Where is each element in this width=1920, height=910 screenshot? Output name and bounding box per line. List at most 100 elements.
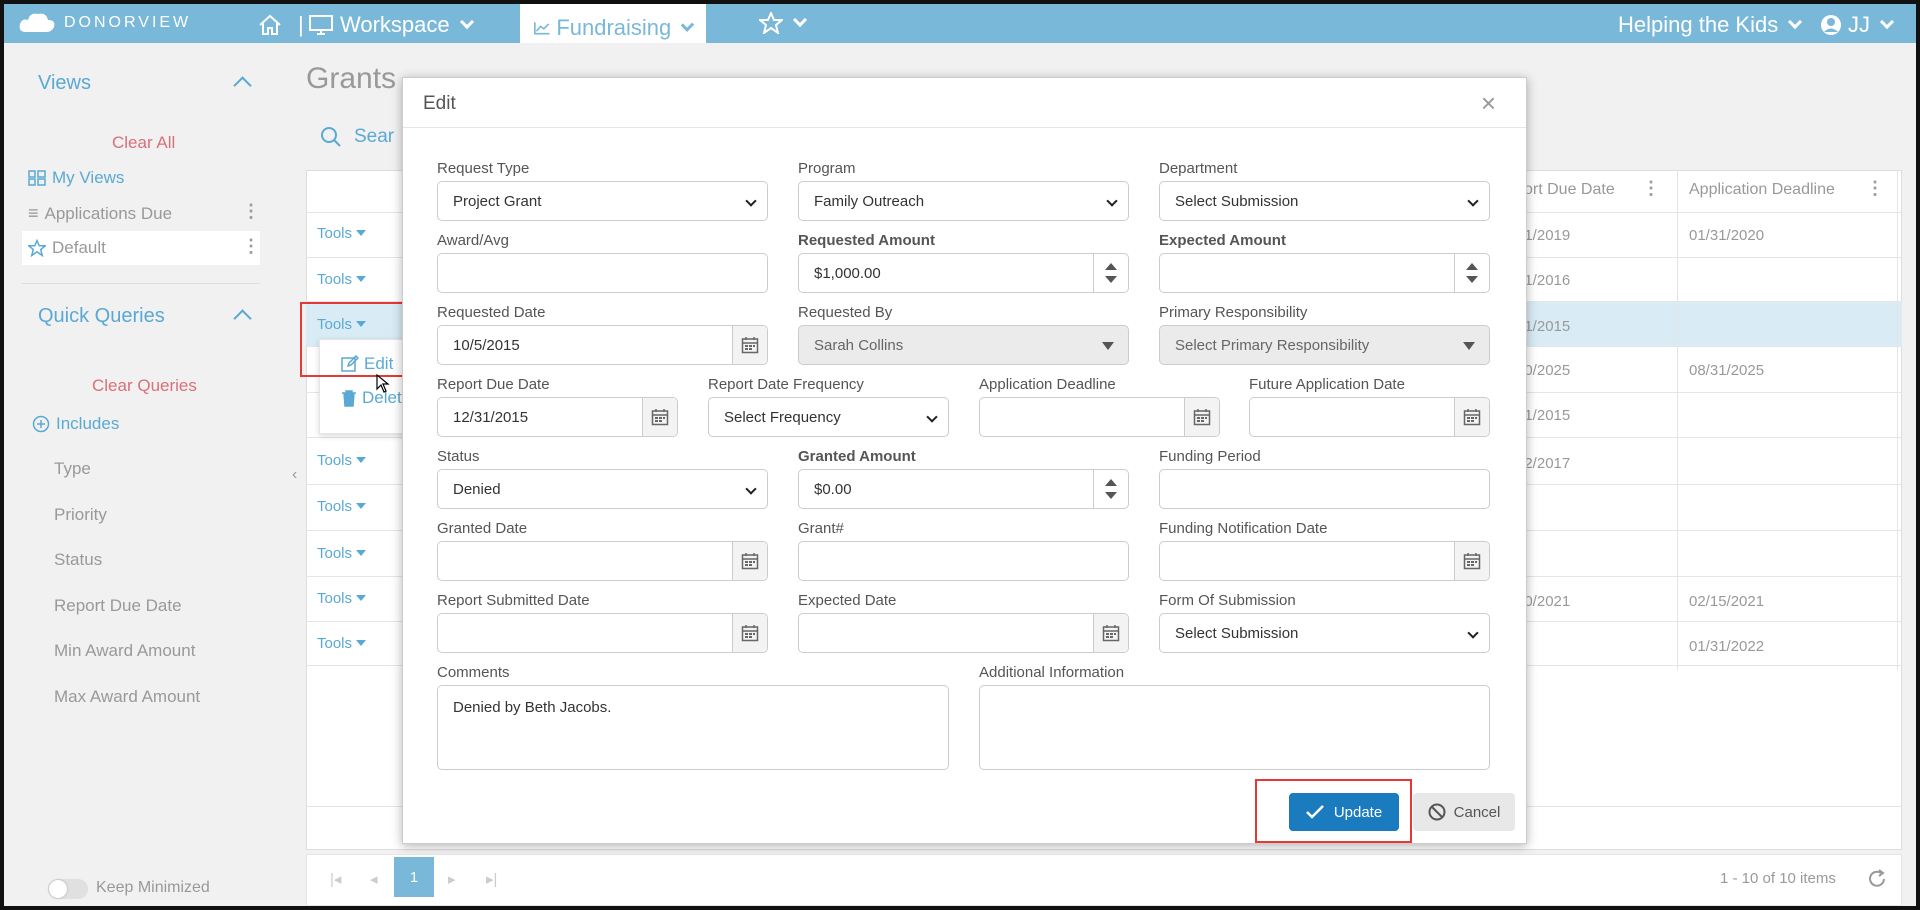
refresh-icon[interactable] — [1866, 868, 1888, 890]
spin-up-icon[interactable] — [1105, 479, 1117, 486]
home-button[interactable]: | — [258, 12, 304, 38]
spin-down-icon[interactable] — [1105, 492, 1117, 499]
requested-amount-input[interactable]: $1,000.00 — [798, 253, 1129, 293]
last-page-button[interactable]: ▸| — [486, 870, 497, 888]
page-1-button[interactable]: 1 — [394, 857, 434, 897]
number-spinner[interactable] — [1093, 470, 1128, 508]
spin-up-icon[interactable] — [1105, 263, 1117, 270]
number-spinner[interactable] — [1454, 254, 1489, 292]
col-report-due-date[interactable]: ort Due Date — [1524, 181, 1615, 199]
column-menu-icon[interactable]: ⋮ — [1866, 178, 1884, 199]
report-due-date-input[interactable]: 12/31/2015 — [437, 397, 678, 437]
caret-down-icon — [356, 550, 367, 556]
spin-down-icon[interactable] — [1466, 276, 1478, 283]
calendar-icon[interactable] — [732, 542, 767, 580]
favorites-menu[interactable] — [759, 12, 808, 34]
spin-up-icon[interactable] — [1466, 263, 1478, 270]
clear-all-link[interactable]: Clear All — [112, 133, 175, 153]
row-tools-button[interactable]: Tools — [317, 225, 367, 242]
calendar-icon[interactable] — [1454, 542, 1489, 580]
report-date-frequency-select[interactable]: Select Frequency — [708, 397, 949, 437]
comments-textarea[interactable]: Denied by Beth Jacobs. — [437, 685, 949, 770]
modal-title: Edit — [423, 93, 456, 114]
form-of-submission-select[interactable]: Select Submission — [1159, 613, 1490, 653]
collapse-views-icon[interactable] — [233, 76, 252, 95]
clear-queries-link[interactable]: Clear Queries — [92, 376, 197, 396]
future-application-date-label: Future Application Date — [1249, 376, 1405, 393]
expected-amount-input[interactable] — [1159, 253, 1490, 293]
fundraising-menu[interactable]: Fundraising — [520, 4, 706, 43]
row-tools-button[interactable]: Tools — [317, 635, 367, 652]
query-type[interactable]: Type — [54, 459, 91, 479]
col-application-deadline[interactable]: Application Deadline — [1689, 181, 1835, 199]
additional-information-textarea[interactable] — [979, 685, 1490, 770]
future-application-date-input[interactable] — [1249, 397, 1490, 437]
primary-responsibility-select[interactable]: Select Primary Responsibility — [1159, 325, 1490, 365]
grant-number-input[interactable] — [798, 541, 1129, 581]
workspace-menu[interactable]: Workspace — [308, 12, 474, 38]
top-navbar: DONORVIEW | Workspace Fundraising Helpin… — [4, 4, 1916, 43]
next-page-button[interactable]: ▸ — [448, 870, 456, 888]
row-tools-button[interactable]: Tools — [317, 498, 367, 515]
cancel-button[interactable]: Cancel — [1413, 793, 1515, 831]
delete-menu-item[interactable]: Delet — [341, 388, 402, 408]
calendar-icon[interactable] — [1184, 398, 1219, 436]
view-default[interactable]: Default — [28, 238, 106, 258]
requested-date-input[interactable]: 10/5/2015 — [437, 325, 768, 365]
award-avg-input[interactable] — [437, 253, 768, 293]
items-count: 1 - 10 of 10 items — [1720, 870, 1836, 887]
row-tools-button[interactable]: Tools — [317, 452, 367, 469]
close-icon[interactable]: × — [1481, 88, 1496, 119]
calendar-icon[interactable] — [1454, 398, 1489, 436]
program-select[interactable]: Family Outreach — [798, 181, 1129, 221]
department-select[interactable]: Select Submission — [1159, 181, 1490, 221]
update-button[interactable]: Update — [1289, 793, 1399, 831]
calendar-icon[interactable] — [1093, 614, 1128, 652]
report-due-date-label: Report Due Date — [437, 376, 550, 393]
user-menu[interactable]: JJ — [1820, 12, 1895, 38]
spin-down-icon[interactable] — [1105, 276, 1117, 283]
report-submitted-date-input[interactable] — [437, 613, 768, 653]
user-initials: JJ — [1848, 12, 1870, 37]
calendar-icon[interactable] — [642, 398, 677, 436]
org-menu[interactable]: Helping the Kids — [1618, 12, 1803, 38]
report-date-frequency-value: Select Frequency — [724, 408, 841, 426]
more-options-icon[interactable]: ⋮ — [242, 201, 260, 222]
row-tools-button[interactable]: Tools — [317, 271, 367, 288]
query-min-award[interactable]: Min Award Amount — [54, 641, 195, 661]
query-max-award[interactable]: Max Award Amount — [54, 687, 200, 707]
grid-search[interactable]: Sear — [320, 126, 394, 148]
granted-amount-input[interactable]: $0.00 — [798, 469, 1129, 509]
keep-minimized-toggle[interactable] — [48, 879, 88, 899]
query-priority[interactable]: Priority — [54, 505, 107, 525]
funding-period-input[interactable] — [1159, 469, 1490, 509]
request-type-select[interactable]: Project Grant — [437, 181, 768, 221]
application-deadline-label: Application Deadline — [979, 376, 1116, 393]
brand-logo[interactable]: DONORVIEW — [18, 12, 191, 34]
cell-app-deadline: 08/31/2025 — [1689, 362, 1765, 379]
number-spinner[interactable] — [1093, 254, 1128, 292]
calendar-icon[interactable] — [732, 326, 767, 364]
granted-date-input[interactable] — [437, 541, 768, 581]
calendar-icon[interactable] — [732, 614, 767, 652]
application-deadline-input[interactable] — [979, 397, 1220, 437]
query-status[interactable]: Status — [54, 550, 102, 570]
sidebar-collapse-icon[interactable]: ‹ — [292, 466, 297, 484]
column-menu-icon[interactable]: ⋮ — [1642, 178, 1660, 199]
expected-date-input[interactable] — [798, 613, 1129, 653]
includes-link[interactable]: Includes — [32, 414, 119, 434]
requested-by-select[interactable]: Sarah Collins — [798, 325, 1129, 365]
my-views-link[interactable]: My Views — [28, 168, 124, 188]
edit-menu-item[interactable]: Edit — [341, 354, 393, 374]
query-report-due-date[interactable]: Report Due Date — [54, 596, 182, 616]
row-tools-button[interactable]: Tools — [317, 590, 367, 607]
view-applications-due[interactable]: ≡ Applications Due — [28, 203, 172, 224]
funding-notification-date-input[interactable] — [1159, 541, 1490, 581]
prev-page-button[interactable]: ◂ — [370, 870, 378, 888]
status-select[interactable]: Denied — [437, 469, 768, 509]
collapse-queries-icon[interactable] — [233, 309, 252, 328]
row-tools-button[interactable]: Tools — [317, 545, 367, 562]
first-page-button[interactable]: |◂ — [330, 870, 341, 888]
requested-date-value: 10/5/2015 — [453, 336, 520, 354]
more-options-icon[interactable]: ⋮ — [242, 236, 260, 257]
